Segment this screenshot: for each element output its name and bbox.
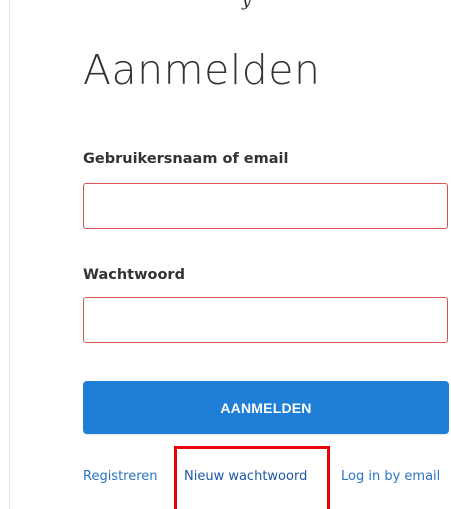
- login-page: y Aanmelden Gebruikersnaam of email Wach…: [0, 0, 451, 509]
- new-password-link[interactable]: Nieuw wachtwoord: [184, 469, 307, 484]
- email-login-link[interactable]: Log in by email: [341, 469, 440, 484]
- left-divider: [9, 0, 10, 509]
- password-label: Wachtwoord: [83, 267, 185, 283]
- password-input[interactable]: [83, 297, 448, 343]
- username-input[interactable]: [83, 183, 448, 229]
- page-title: Aanmelden: [83, 46, 321, 94]
- login-button[interactable]: AANMELDEN: [83, 381, 449, 434]
- clipped-text-fragment: y: [242, 0, 252, 10]
- username-label: Gebruikersnaam of email: [83, 151, 289, 167]
- register-link[interactable]: Registreren: [83, 469, 158, 484]
